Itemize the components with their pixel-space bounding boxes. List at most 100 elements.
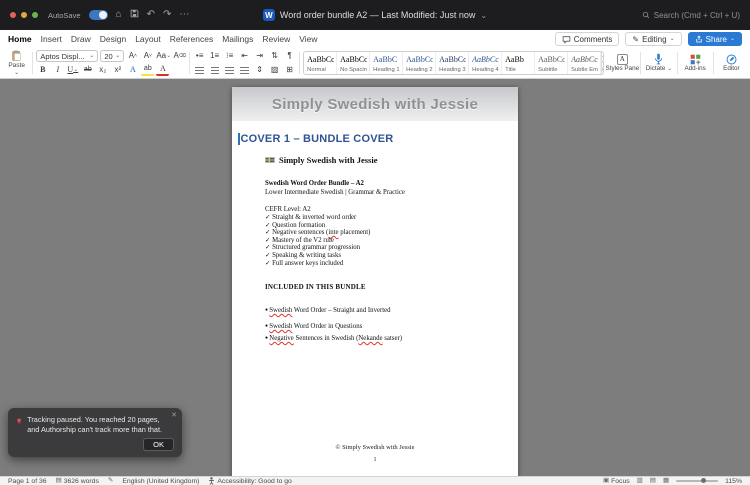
feature-item: ✓ Negative sentences (inte placement) <box>265 229 370 237</box>
feature-item: ✓ Question formation <box>265 222 370 230</box>
align-center-icon <box>210 66 219 74</box>
web-layout-icon[interactable]: ▦ <box>663 477 669 485</box>
bold-button[interactable]: B <box>36 64 49 76</box>
toast-ok-button[interactable]: OK <box>143 438 174 451</box>
focus-toggle[interactable]: ▣ Focus <box>603 477 630 485</box>
document-title-area[interactable]: W Word order bundle A2 — Last Modified: … <box>262 9 487 21</box>
editing-mode-dropdown[interactable]: ✎ Editing ⌄ <box>625 32 682 46</box>
justify-button[interactable] <box>238 64 251 76</box>
comments-label: Comments <box>573 34 613 44</box>
add-ins-button[interactable]: Add-ins <box>681 50 710 76</box>
align-right-button[interactable] <box>223 64 236 76</box>
accessibility-status[interactable]: Accessibility: Good to go <box>208 477 292 485</box>
font-size-select[interactable]: 20 ⌄ <box>100 50 125 62</box>
highlight-color-button[interactable]: ab <box>141 64 155 76</box>
styles-scroll-up-icon[interactable]: ▴ <box>602 53 603 59</box>
print-layout-icon[interactable]: ▤ <box>650 477 656 485</box>
sort-button[interactable]: ⇅ <box>268 50 281 62</box>
tab-mailings[interactable]: Mailings <box>222 34 253 44</box>
strikethrough-button[interactable]: ab <box>81 64 94 76</box>
style-name: Heading 2 <box>406 67 433 73</box>
close-window-button[interactable] <box>10 12 16 18</box>
editor-button[interactable]: Editor <box>717 50 746 76</box>
tab-home[interactable]: Home <box>8 34 32 44</box>
font-color-button[interactable]: A <box>156 64 170 76</box>
styles-pane-button[interactable]: A Styles Pane <box>605 50 640 76</box>
tab-layout[interactable]: Layout <box>135 34 161 44</box>
tab-insert[interactable]: Insert <box>41 34 62 44</box>
page-indicator[interactable]: Page 1 of 36 <box>8 478 47 485</box>
italic-button[interactable]: I <box>51 64 64 76</box>
proofing-icon[interactable]: ✎ <box>108 477 113 485</box>
zoom-level[interactable]: 115% <box>725 478 742 485</box>
dictate-button[interactable]: Dictate ⌄ <box>644 50 673 76</box>
style-subtle-emph-[interactable]: AaBbCcDdE Subtle Emph... <box>568 52 602 74</box>
paste-button[interactable]: Paste ⌄ <box>4 50 29 76</box>
document-header-banner: Simply Swedish with Jessie <box>232 87 518 121</box>
grow-font-button[interactable]: A ˄ <box>126 50 139 62</box>
word-count[interactable]: ▤ 3626 words <box>56 477 99 485</box>
group-divider <box>32 52 34 74</box>
undo-icon[interactable]: ↶ <box>147 10 155 20</box>
zoom-slider[interactable] <box>676 478 719 483</box>
line-spacing-button[interactable]: ⇕ <box>253 64 266 76</box>
style-heading-2[interactable]: AaBbCcD Heading 2 <box>403 52 437 74</box>
tab-review[interactable]: Review <box>262 34 290 44</box>
title-chevron-icon[interactable]: ⌄ <box>480 11 487 20</box>
tab-design[interactable]: Design <box>100 34 126 44</box>
borders-button[interactable]: ⊞ <box>283 64 296 76</box>
font-name-select[interactable]: Aptos Displ... ⌄ <box>36 50 99 62</box>
shrink-font-button[interactable]: A ˅ <box>141 50 154 62</box>
clear-formatting-button[interactable]: A ⌫ <box>173 50 186 62</box>
style-sample: AaBbCcD <box>406 55 433 64</box>
underline-button[interactable]: U ⌄ <box>66 64 79 76</box>
page[interactable]: Simply Swedish with Jessie COVER 1 – BUN… <box>232 87 518 476</box>
style-title[interactable]: AaBb Title <box>502 52 536 74</box>
document-title[interactable]: Word order bundle A2 — Last Modified: Ju… <box>280 10 475 20</box>
maximize-window-button[interactable] <box>32 12 38 18</box>
numbering-button[interactable]: 1≡ <box>208 50 221 62</box>
tab-view[interactable]: View <box>299 34 317 44</box>
text-effects-button[interactable]: A <box>126 64 139 76</box>
increase-indent-button[interactable]: ⇥ <box>253 50 266 62</box>
style-subtitle[interactable]: AaBbCcD Subtitle <box>535 52 569 74</box>
style-heading-4[interactable]: AaBbCcDdE Heading 4 <box>469 52 503 74</box>
minimize-window-button[interactable] <box>21 12 27 18</box>
superscript-button[interactable]: x² <box>111 64 124 76</box>
home-icon[interactable]: ⌂ <box>116 10 122 20</box>
style-heading-3[interactable]: AaBbCcDd Heading 3 <box>436 52 470 74</box>
share-button[interactable]: Share ⌄ <box>687 32 742 46</box>
change-case-button[interactable]: Aa ⌄ <box>156 50 171 62</box>
save-icon[interactable] <box>130 9 139 21</box>
tab-references[interactable]: References <box>170 34 213 44</box>
autosave-toggle[interactable] <box>88 10 108 20</box>
misspelled-word: Nekande <box>358 335 383 342</box>
bundle-item: ● Swedish Word Order – Straight and Inve… <box>265 307 402 314</box>
decrease-indent-button[interactable]: ⇤ <box>238 50 251 62</box>
more-commands-icon[interactable]: ⋯ <box>179 10 189 20</box>
read-mode-icon[interactable]: ▥ <box>637 477 643 485</box>
align-center-button[interactable] <box>208 64 221 76</box>
subscript-button[interactable]: x₂ <box>96 64 109 76</box>
bullets-button[interactable]: •≡ <box>193 50 206 62</box>
shading-button[interactable]: ▨ <box>268 64 281 76</box>
brand-text: Simply Swedish with Jessie <box>279 155 378 165</box>
multilevel-list-button[interactable]: ⁝≡ <box>223 50 236 62</box>
zoom-slider-thumb[interactable] <box>701 478 707 483</box>
search-box[interactable]: Search (Cmd + Ctrl + U) <box>642 11 740 20</box>
styles-scroll-down-icon[interactable]: ▾ <box>602 60 603 66</box>
align-left-icon <box>195 66 205 74</box>
style-heading-1[interactable]: AaBbC Heading 1 <box>370 52 404 74</box>
show-formatting-button[interactable]: ¶ <box>283 50 296 62</box>
toast-close-icon[interactable]: ✕ <box>171 411 177 419</box>
redo-icon[interactable]: ↷ <box>163 10 171 20</box>
styles-pane-label: Styles Pane <box>605 64 640 72</box>
tab-draw[interactable]: Draw <box>71 34 91 44</box>
styles-more-icon[interactable]: ≡ <box>602 67 603 73</box>
style-normal[interactable]: AaBbCcDdE Normal <box>304 52 338 74</box>
comments-button[interactable]: Comments <box>554 32 620 46</box>
style-no-spacing[interactable]: AaBbCcDdE No Spacing <box>337 52 371 74</box>
autosave-label: AutoSave <box>48 10 81 20</box>
language-indicator[interactable]: English (United Kingdom) <box>122 478 199 485</box>
align-left-button[interactable] <box>193 64 206 76</box>
